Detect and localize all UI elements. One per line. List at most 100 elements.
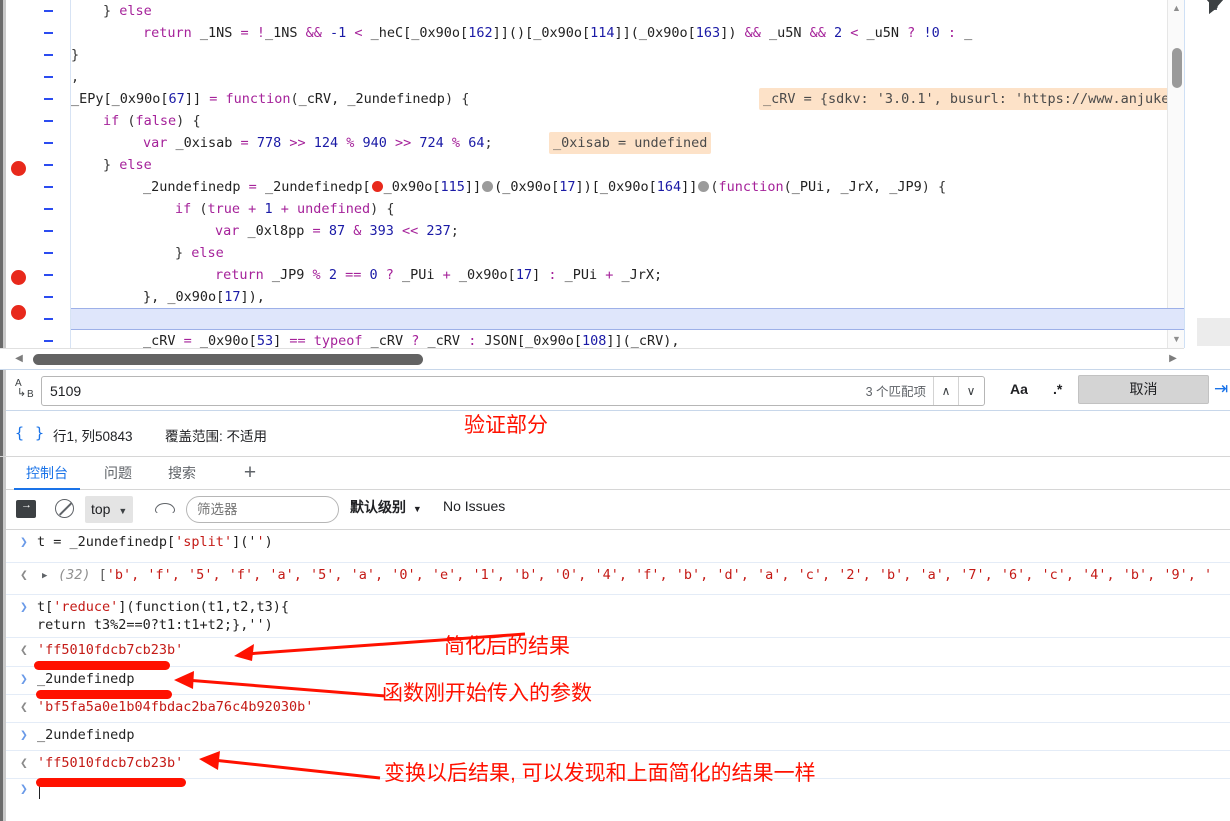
code-token: ) [176,113,193,129]
console-filter-wrapper[interactable] [186,496,339,523]
code-token: } [103,157,120,173]
search-input-wrapper[interactable]: 3 个匹配项 ∧ ∨ [41,376,985,406]
breakpoint-marker[interactable] [11,161,26,176]
drawer-tab-bar[interactable]: 控制台 问题 搜索 + [0,456,1230,491]
replace-ab-icon[interactable]: A ↳ B [14,378,40,404]
code-content-area[interactable]: var _0xbi6h = 754 - 274 % 925 >> 946 - 5… [71,0,1184,348]
code-line[interactable]: var _0xl8pp = 87 & 393 << 237; [215,220,459,242]
code-token: ; [450,223,459,239]
add-tab-button[interactable]: + [238,457,262,490]
search-input[interactable] [42,377,984,405]
console-output-row[interactable]: ❮ ▶ (32) ['b', 'f', '5', 'f', 'a', '5', 'a… [6,563,1230,595]
current-execution-line [71,308,1184,330]
editor-right-navigator[interactable] [1184,0,1230,348]
code-token: << [393,223,427,239]
output-chevron-icon: ❮ [20,643,28,658]
console-token: (t1,t2,t3){ [199,599,289,615]
code-token: ) [921,179,939,195]
editor-search-bar[interactable]: A ↳ B 3 个匹配项 ∧ ∨ Aa .* 取消 ⇥ [0,369,1230,412]
match-case-button[interactable]: Aa [1010,381,1028,397]
scroll-right-arrow-icon[interactable]: ▶ [1164,349,1182,369]
breakpoint-gutter[interactable] [6,0,34,348]
regex-toggle-button[interactable]: .* [1053,381,1062,397]
scroll-left-arrow-icon[interactable]: ◀ [10,349,28,369]
console-token: _2undefinedp [37,671,135,687]
forward-arrow-icon[interactable]: ⇥ [1214,379,1228,399]
editor-status-line: { } 行1, 列50843 覆盖范围: 不适用 [0,412,1230,456]
search-prev-button[interactable]: ∧ [933,377,958,405]
code-token: _2undefinedp [143,179,249,195]
editor-hscroll-thumb[interactable] [33,354,423,365]
breakpoint-marker[interactable] [11,305,26,320]
annotation-verify-section: 验证部分 [464,414,548,437]
code-line[interactable]: return _JP9 % 2 == 0 ? _PUi + _0x90o[17]… [215,264,662,286]
live-expression-eye-icon[interactable] [155,503,175,515]
code-line[interactable]: , [71,66,79,88]
code-token: return [143,25,200,41]
code-line[interactable]: if (true + 1 + undefined) { [175,198,395,220]
console-input-row[interactable]: ❯ t['reduce'](function(t1,t2,t3){ return … [6,595,1230,638]
code-token: _u5N [768,25,810,41]
code-line[interactable]: if (false) { [103,110,201,132]
code-line[interactable]: } else [103,154,152,176]
code-token: undefined [296,201,371,217]
navigator-active-box[interactable] [1197,318,1230,346]
search-next-button[interactable]: ∨ [958,377,983,405]
source-editor-pane[interactable]: var _0xbi6h = 754 - 274 % 925 >> 946 - 5… [0,0,1230,348]
tab-console[interactable]: 控制台 [14,457,80,490]
code-token: 163 [695,25,721,41]
code-token: + [605,267,622,283]
editor-vertical-scrollbar[interactable]: ▲ ▼ [1167,0,1184,348]
inline-call-marker-icon[interactable] [698,181,710,192]
code-line[interactable]: var _0xisab = 778 >> 124 % 940 >> 724 % … [143,132,493,154]
search-cancel-button[interactable]: 取消 [1078,375,1209,404]
line-number-dash [44,340,53,342]
code-token: _PUi, _JrX, _JP9 [791,179,922,195]
code-token: else [191,245,224,261]
inline-call-marker-icon[interactable] [482,181,494,192]
editor-vscroll-thumb[interactable] [1172,48,1182,88]
console-input-row[interactable]: ❯ _2undefinedp [6,723,1230,751]
console-toolbar[interactable]: top ▼ 默认级别 ▼ No Issues [0,490,1230,530]
breakpoint-marker[interactable] [11,270,26,285]
code-token: ( [290,91,299,107]
line-number-dash [44,76,53,78]
code-line[interactable]: }, _0x90o[17]), [143,286,265,308]
console-output-row[interactable]: ❮ 'ff5010fdcb7cb23b' [6,638,1230,667]
code-token: 2 [328,267,346,283]
console-sidebar-toggle-icon[interactable] [16,499,36,518]
expand-array-icon[interactable]: ▶ [42,571,47,581]
clear-console-icon[interactable] [55,499,74,518]
chevron-down-icon[interactable] [1207,0,1223,9]
log-level-selector[interactable]: 默认级别 ▼ [350,497,422,517]
code-line[interactable]: return _1NS = !_1NS && -1 < _heC[_0x90o[… [143,22,972,44]
inline-breakpoint-icon[interactable] [371,181,383,192]
scroll-down-arrow-icon[interactable]: ▼ [1168,331,1185,348]
scroll-up-arrow-icon[interactable]: ▲ [1168,0,1185,17]
code-line[interactable]: } [71,44,79,66]
code-line[interactable]: _2undefinedp = _2undefinedp[_0x90o[115]]… [143,176,946,198]
console-token: 'b', 'f', '5', 'f', 'a', '5', 'a', '0', … [106,567,1213,583]
search-left-edge [0,370,6,412]
code-token: = [240,25,257,41]
console-input-row[interactable]: ❯ t = _2undefinedp['split']('') [6,530,1230,563]
underline-transformed-result [36,778,186,787]
code-line[interactable]: } else [175,242,224,264]
execution-context-selector[interactable]: top ▼ [85,496,134,523]
chevron-down-icon: ▼ [412,504,422,514]
code-line[interactable]: _cRV = _0x90o[53] == typeof _cRV ? _cRV … [143,330,680,348]
code-line[interactable]: _EPy[_0x90o[67]] = function(_cRV, _2unde… [71,88,469,110]
console-message-text: 'ff5010fdcb7cb23b' [37,755,183,771]
code-token: if [103,113,128,129]
tab-issues[interactable]: 问题 [92,457,144,490]
code-token: >> [281,135,314,151]
code-line[interactable]: } else [103,0,152,22]
console-filter-input[interactable] [187,497,338,522]
editor-horizontal-scrollbar[interactable]: ◀ ▶ [0,348,1184,368]
line-number-dash [44,54,53,56]
tab-search[interactable]: 搜索 [156,457,208,490]
console-token: 'ff5010fdcb7cb23b' [37,755,184,771]
annotation-transformed-result: 变换以后结果, 可以发现和上面简化的结果一样 [384,762,816,785]
pretty-print-button[interactable]: { } [15,424,45,442]
code-token: _1NS [264,25,306,41]
